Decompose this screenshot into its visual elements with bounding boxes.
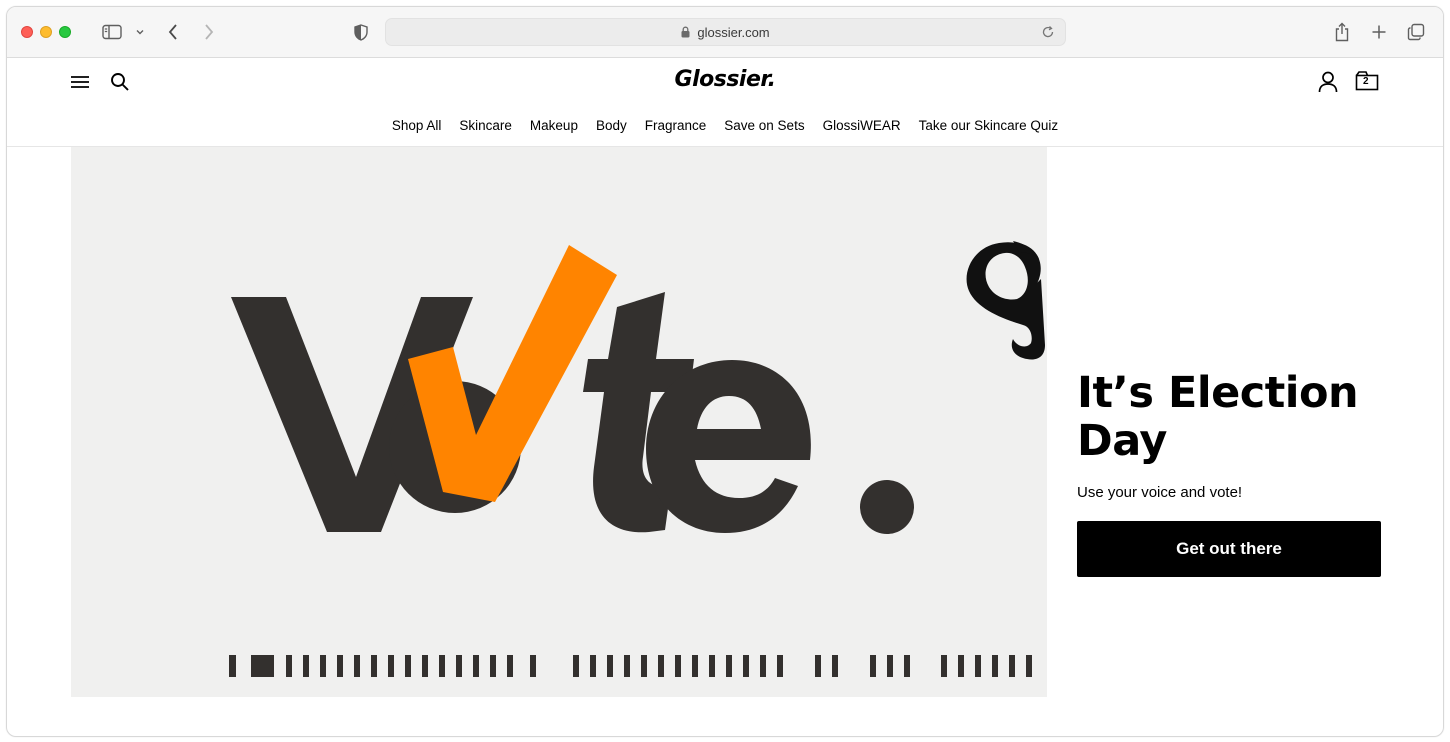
account-icon[interactable] — [1317, 70, 1339, 94]
browser-toolbar: glossier.com — [7, 7, 1443, 58]
hero-image[interactable] — [71, 147, 1047, 697]
reload-icon[interactable] — [1041, 25, 1055, 42]
vote-artwork — [229, 245, 1032, 677]
get-out-there-button[interactable]: Get out there — [1077, 521, 1381, 577]
letter-e — [646, 360, 811, 533]
period-dot — [860, 480, 914, 534]
glossier-g-icon — [966, 241, 1045, 360]
back-icon[interactable] — [167, 20, 179, 44]
url-text: glossier.com — [697, 24, 770, 40]
ballot-marks — [229, 655, 1032, 677]
browser-window: glossier.com Glossier. 2 Shop All Skinca… — [6, 6, 1444, 737]
main-navigation: Shop All Skincare Makeup Body Fragrance … — [7, 118, 1443, 133]
nav-body[interactable]: Body — [596, 118, 627, 133]
nav-fragrance[interactable]: Fragrance — [645, 118, 707, 133]
check-mark — [408, 245, 617, 502]
cart-count: 2 — [1363, 76, 1369, 87]
site-logo[interactable]: Glossier. — [7, 67, 1443, 92]
promo-subtext: Use your voice and vote! — [1077, 484, 1243, 501]
zoom-window-button[interactable] — [59, 26, 71, 38]
bag-icon[interactable]: 2 — [1355, 71, 1379, 93]
tabs-overview-icon[interactable] — [1407, 20, 1425, 44]
privacy-shield-icon[interactable] — [354, 20, 368, 44]
share-icon[interactable] — [1334, 20, 1350, 44]
new-tab-icon[interactable] — [1371, 20, 1387, 44]
lock-icon — [681, 26, 690, 38]
minimize-window-button[interactable] — [40, 26, 52, 38]
site-header: Glossier. 2 Shop All Skincare Makeup Bod… — [7, 58, 1443, 147]
nav-glossiwear[interactable]: GlossiWEAR — [823, 118, 901, 133]
sidebar-icon[interactable] — [102, 20, 122, 44]
nav-makeup[interactable]: Makeup — [530, 118, 578, 133]
nav-save-on-sets[interactable]: Save on Sets — [724, 118, 804, 133]
forward-icon[interactable] — [203, 20, 215, 44]
nav-skincare[interactable]: Skincare — [459, 118, 512, 133]
close-window-button[interactable] — [21, 26, 33, 38]
nav-shop-all[interactable]: Shop All — [392, 118, 442, 133]
nav-skincare-quiz[interactable]: Take our Skincare Quiz — [919, 118, 1059, 133]
promo-headline: It’s Election Day — [1077, 368, 1359, 466]
address-bar[interactable]: glossier.com — [385, 18, 1066, 46]
chevron-down-icon[interactable] — [135, 20, 145, 44]
